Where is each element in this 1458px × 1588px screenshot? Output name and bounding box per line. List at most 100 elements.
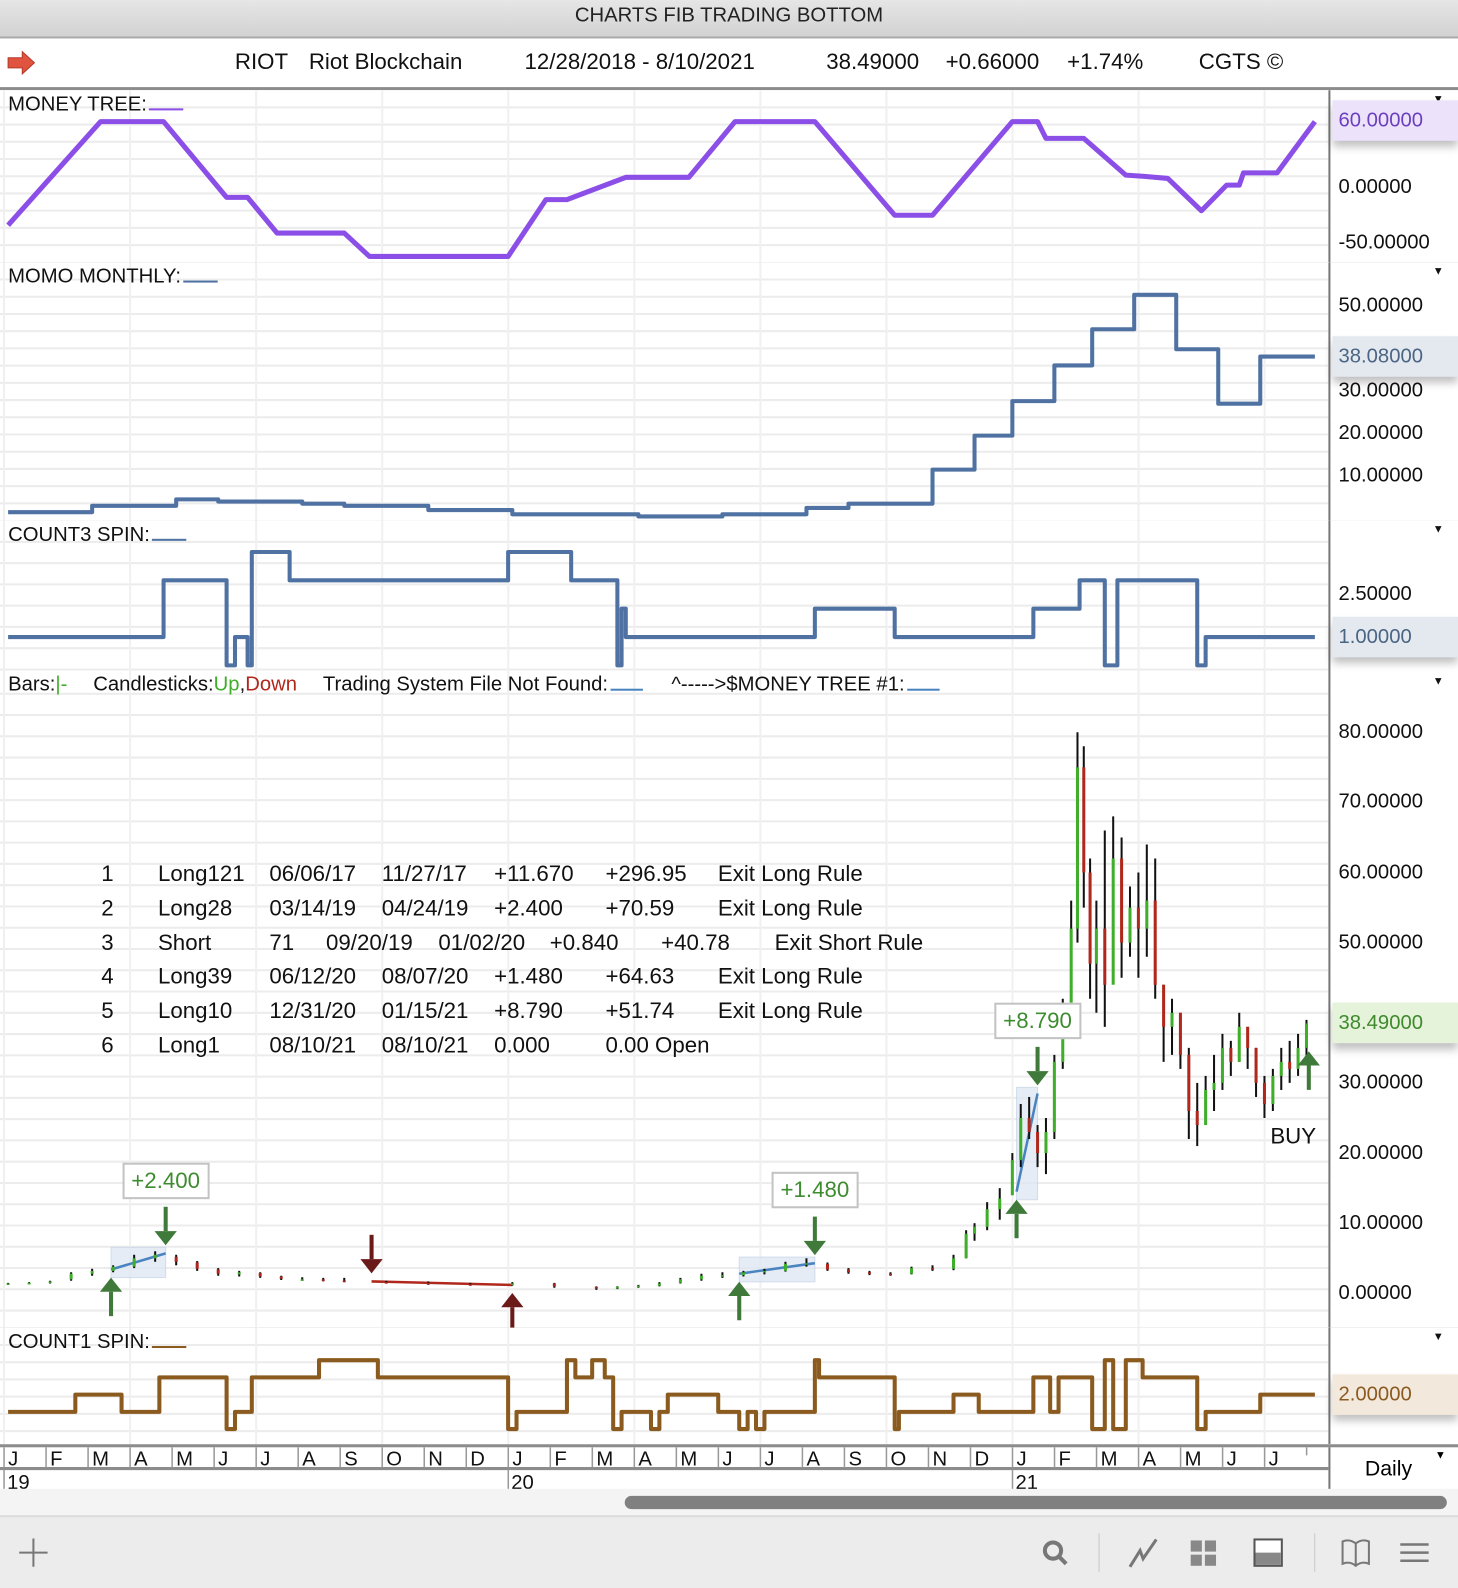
series-line xyxy=(8,292,1315,519)
candle-up xyxy=(153,1254,157,1259)
menu-icon[interactable] xyxy=(1397,1535,1431,1569)
count3-spin-panel[interactable]: COUNT3 SPIN: ▼ 2.50000 1.00000 xyxy=(0,520,1458,675)
month-label: J xyxy=(260,1449,270,1471)
trade-profit-label: +2.400 xyxy=(122,1162,210,1199)
trade-table-cell: 71 xyxy=(269,929,295,955)
candle-up xyxy=(985,1209,989,1227)
red-right-arrow-icon[interactable] xyxy=(6,50,36,81)
short-exit-arrow-icon-head xyxy=(501,1293,524,1308)
month-label: M xyxy=(596,1449,613,1471)
month-label: J xyxy=(512,1449,522,1471)
month-label: A xyxy=(806,1449,820,1471)
trade-table-cell: 01/02/20 xyxy=(438,929,526,955)
candle-down xyxy=(1254,1047,1258,1083)
dropdown-caret-icon[interactable]: ▼ xyxy=(1435,1449,1446,1461)
candle-up xyxy=(27,1282,31,1285)
legend-bars: Bars: xyxy=(8,673,56,696)
trade-table-cell: +70.59 xyxy=(605,895,675,921)
axis-tick-label: -50.00000 xyxy=(1338,231,1430,254)
candle-up xyxy=(1296,1047,1300,1069)
buy-label: BUY xyxy=(1270,1123,1317,1149)
candle-down xyxy=(174,1256,178,1262)
bottom-toolbar xyxy=(0,1517,1458,1588)
axis-tick-label: 10.00000 xyxy=(1338,464,1423,487)
month-label: A xyxy=(302,1449,316,1471)
trade-table-cell: +40.78 xyxy=(661,929,730,955)
price-axis[interactable]: ▼ 80.00000 70.00000 60.00000 50.00000 30.0000… xyxy=(1328,672,1458,1328)
price-panel[interactable]: Bars:|- Candlesticks:Up,Down Trading Sys… xyxy=(0,672,1458,1330)
candle-up xyxy=(1019,1118,1023,1161)
candle-up xyxy=(952,1258,956,1269)
interval-select[interactable]: Daily ▼ xyxy=(1328,1447,1458,1492)
date-range: 12/28/2018 - 8/10/2021 xyxy=(524,48,755,74)
month-label: J xyxy=(764,1449,774,1471)
axis-tick-label: 0.00000 xyxy=(1338,1281,1412,1304)
candle-up xyxy=(678,1279,682,1283)
candle-down xyxy=(279,1276,283,1279)
trade-table-cell: Long10 xyxy=(157,997,233,1024)
momo-monthly-panel[interactable]: MOMO MONTHLY: ▼ 50.00000 30.00000 20.00000 1… xyxy=(0,262,1458,523)
current-value-badge: 1.00000 xyxy=(1332,616,1458,658)
money-tree-axis[interactable]: ▼ 0.00000 -50.00000 60.00000 xyxy=(1328,90,1458,263)
candle-down xyxy=(468,1284,472,1286)
book-icon[interactable] xyxy=(1339,1535,1373,1569)
candle-down xyxy=(1120,858,1124,943)
date-axis: J F M A M J J A S O N D J F M A M J J A S O N D J F M A M J J 19 20 21 Da… xyxy=(0,1444,1458,1492)
trade-table-cell: 2 xyxy=(101,895,114,921)
candle-up xyxy=(1220,1047,1224,1083)
scrollbar-thumb[interactable] xyxy=(624,1495,1447,1510)
month-label: N xyxy=(933,1449,948,1471)
money-tree-plot xyxy=(0,90,1329,263)
plus-icon[interactable] xyxy=(16,1535,50,1569)
candle-up xyxy=(762,1270,766,1273)
legend-up: Up xyxy=(213,673,240,696)
candle-down xyxy=(846,1269,850,1273)
trade-table-cell: 03/14/19 xyxy=(269,895,357,921)
candle-up xyxy=(1212,1082,1216,1090)
candle-down xyxy=(1162,984,1166,1027)
momo-monthly-axis[interactable]: ▼ 50.00000 30.00000 20.00000 10.00000 38.0800… xyxy=(1328,262,1458,521)
trade-table-cell: 5 xyxy=(101,997,114,1024)
month-label: M xyxy=(176,1449,193,1471)
panel-icon[interactable] xyxy=(1251,1535,1285,1569)
candle-down xyxy=(594,1287,598,1289)
candle-up xyxy=(783,1263,787,1271)
candle-up xyxy=(6,1283,10,1286)
candle-up xyxy=(964,1233,968,1259)
month-label: J xyxy=(1269,1449,1279,1471)
candle-up xyxy=(90,1270,94,1274)
long-entry-arrow-icon-head xyxy=(99,1277,123,1292)
panel-title: MONEY TREE: xyxy=(8,92,184,116)
month-label: J xyxy=(8,1449,18,1471)
trade-table-cell: Exit Short Rule xyxy=(774,929,924,955)
candle-up xyxy=(1204,1089,1208,1126)
grid-icon[interactable] xyxy=(1187,1535,1221,1569)
trade-table-cell: 04/24/19 xyxy=(381,895,469,921)
candle-down xyxy=(1262,1082,1266,1104)
count3-spin-axis[interactable]: ▼ 2.50000 1.00000 xyxy=(1328,520,1458,673)
month-label: S xyxy=(848,1449,862,1471)
dropdown-caret-icon[interactable]: ▼ xyxy=(1433,1331,1444,1343)
candle-up xyxy=(1075,767,1079,929)
candle-up xyxy=(909,1268,914,1274)
search-icon[interactable] xyxy=(1038,1535,1072,1569)
axis-tick-label: 80.00000 xyxy=(1338,720,1423,743)
long-exit-arrow-icon-head xyxy=(154,1231,177,1246)
money-tree-panel[interactable]: MONEY TREE: ▼ 0.00000 -50.00000 60.00000 xyxy=(0,90,1458,265)
count1-spin-plot xyxy=(0,1327,1329,1445)
dropdown-caret-icon[interactable]: ▼ xyxy=(1433,676,1444,688)
panel-title: COUNT1 SPIN: xyxy=(8,1330,187,1354)
month-label: J xyxy=(1227,1449,1237,1471)
dropdown-caret-icon[interactable]: ▼ xyxy=(1433,265,1444,277)
line-chart-icon[interactable] xyxy=(1126,1535,1160,1569)
trade-line xyxy=(371,1280,513,1287)
month-label: N xyxy=(428,1449,443,1471)
candle-up xyxy=(1304,1023,1308,1048)
count1-spin-axis[interactable]: ▼ 2.00000 xyxy=(1328,1327,1458,1445)
count1-spin-panel[interactable]: COUNT1 SPIN: ▼ 2.00000 xyxy=(0,1327,1458,1445)
month-label: D xyxy=(470,1449,485,1471)
trade-table-cell: +51.74 xyxy=(605,997,675,1024)
candle-up xyxy=(1279,1061,1283,1076)
dropdown-caret-icon[interactable]: ▼ xyxy=(1433,524,1444,536)
horizontal-scrollbar[interactable] xyxy=(0,1488,1458,1519)
